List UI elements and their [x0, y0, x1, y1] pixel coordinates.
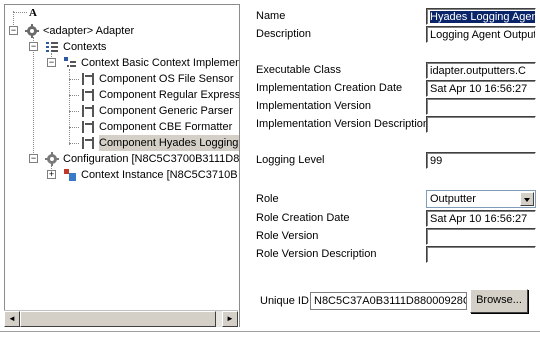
impl-creation-date-field[interactable]: Sat Apr 10 16:56:27 — [426, 80, 536, 97]
role-dropdown[interactable]: Outputter — [426, 190, 536, 208]
impl-version-field[interactable] — [426, 98, 536, 115]
tree-item-contexts[interactable]: − Contexts — [5, 39, 239, 55]
tree-item-label: Component Regular Expression — [99, 89, 240, 101]
tree-item-label: Component OS File Sensor — [99, 73, 234, 85]
tree-connector — [69, 127, 79, 128]
tree-item-hyades-logging[interactable]: Component Hyades Logging — [5, 135, 239, 151]
name-field[interactable]: Hyades Logging Agent — [426, 8, 536, 25]
component-icon — [82, 73, 94, 85]
tree-item-label: Contexts — [63, 41, 107, 53]
component-icon — [82, 137, 94, 149]
name-value: Hyades Logging Agent — [430, 11, 535, 23]
collapse-icon[interactable]: − — [47, 58, 56, 67]
tree-connector — [69, 95, 79, 96]
tree-connector — [69, 111, 79, 112]
description-field[interactable]: Logging Agent Output — [426, 26, 536, 43]
role-creation-date-field[interactable]: Sat Apr 10 16:56:27 — [426, 210, 536, 227]
logging-level-field[interactable]: 99 — [426, 152, 536, 169]
tree-item-os-file-sensor[interactable]: Component OS File Sensor — [5, 71, 239, 87]
tree-item-label: Component CBE Formatter — [99, 121, 233, 133]
logging-level-label: Logging Level — [256, 154, 325, 166]
list-icon — [46, 42, 58, 52]
scroll-left-button[interactable]: ◄ — [4, 311, 20, 327]
expand-icon[interactable]: + — [47, 170, 56, 179]
tree-item-label: Component Hyades Logging — [99, 135, 239, 151]
tree-item-label: Component Generic Parser — [99, 105, 233, 117]
role-version-desc-label: Role Version Description — [256, 248, 377, 260]
tree-item-label: Context Basic Context Implementation — [81, 57, 239, 69]
tree-connector — [69, 79, 79, 80]
tree-item-label: Configuration [N8C5C3700B3111D8 — [63, 153, 240, 165]
chevron-down-icon[interactable] — [520, 192, 534, 206]
role-version-field[interactable] — [426, 228, 536, 245]
tree-item-context-basic[interactable]: − Context Basic Context Implementation — [5, 55, 239, 71]
executable-class-label: Executable Class — [256, 64, 341, 76]
scroll-thumb[interactable] — [20, 311, 216, 327]
tree-item-cbe-formatter[interactable]: Component CBE Formatter — [5, 119, 239, 135]
scroll-right-button[interactable]: ► — [222, 311, 238, 327]
tree-horizontal-scrollbar[interactable]: ◄ ► — [4, 310, 238, 327]
config-gear-icon — [45, 152, 59, 166]
unique-id-label: Unique ID — [260, 295, 309, 307]
component-icon — [82, 121, 94, 133]
role-creation-date-label: Role Creation Date — [256, 212, 350, 224]
description-label: Description — [256, 28, 312, 40]
tree-item-label: Context Instance [N8C5C3710B — [81, 169, 238, 181]
tree-item-configuration[interactable]: − Configuration [N8C5C3700B3111D8 — [5, 151, 239, 167]
tree-item-adapter[interactable]: − <adapter> Adapter — [5, 23, 239, 39]
role-label: Role — [256, 193, 279, 205]
root-glyph: A — [29, 7, 37, 19]
tree-connector — [13, 12, 27, 13]
unique-id-field[interactable]: N8C5C37A0B3111D88000928C — [310, 292, 467, 310]
impl-version-label: Implementation Version — [256, 100, 371, 112]
impl-version-desc-field[interactable] — [426, 116, 536, 133]
tree-item-context-instance[interactable]: + Context Instance [N8C5C3710B — [5, 167, 239, 183]
role-version-desc-field[interactable] — [426, 246, 536, 263]
collapse-icon[interactable]: − — [29, 42, 38, 51]
gear-icon — [25, 24, 39, 38]
browse-button[interactable]: Browse... — [470, 289, 528, 313]
impl-creation-date-label: Implementation Creation Date — [256, 82, 403, 94]
context-icon — [64, 57, 76, 67]
divider — [0, 331, 540, 332]
name-label: Name — [256, 10, 286, 22]
tree-connector — [69, 143, 79, 144]
adapter-tree[interactable]: A − <adapter> Adapter − Contexts − Conte… — [4, 4, 240, 327]
tree-item-generic-parser[interactable]: Component Generic Parser — [5, 103, 239, 119]
collapse-icon[interactable]: − — [9, 26, 18, 35]
role-version-label: Role Version — [256, 230, 319, 242]
instance-icon — [64, 169, 76, 181]
tree-item-regular-expression[interactable]: Component Regular Expression — [5, 87, 239, 103]
component-icon — [82, 89, 94, 101]
tree-item-label: <adapter> Adapter — [43, 25, 135, 37]
impl-version-desc-label: Implementation Version Description — [256, 118, 430, 130]
component-icon — [82, 105, 94, 117]
collapse-icon[interactable]: − — [29, 154, 38, 163]
executable-class-field[interactable]: idapter.outputters.C — [426, 62, 536, 79]
